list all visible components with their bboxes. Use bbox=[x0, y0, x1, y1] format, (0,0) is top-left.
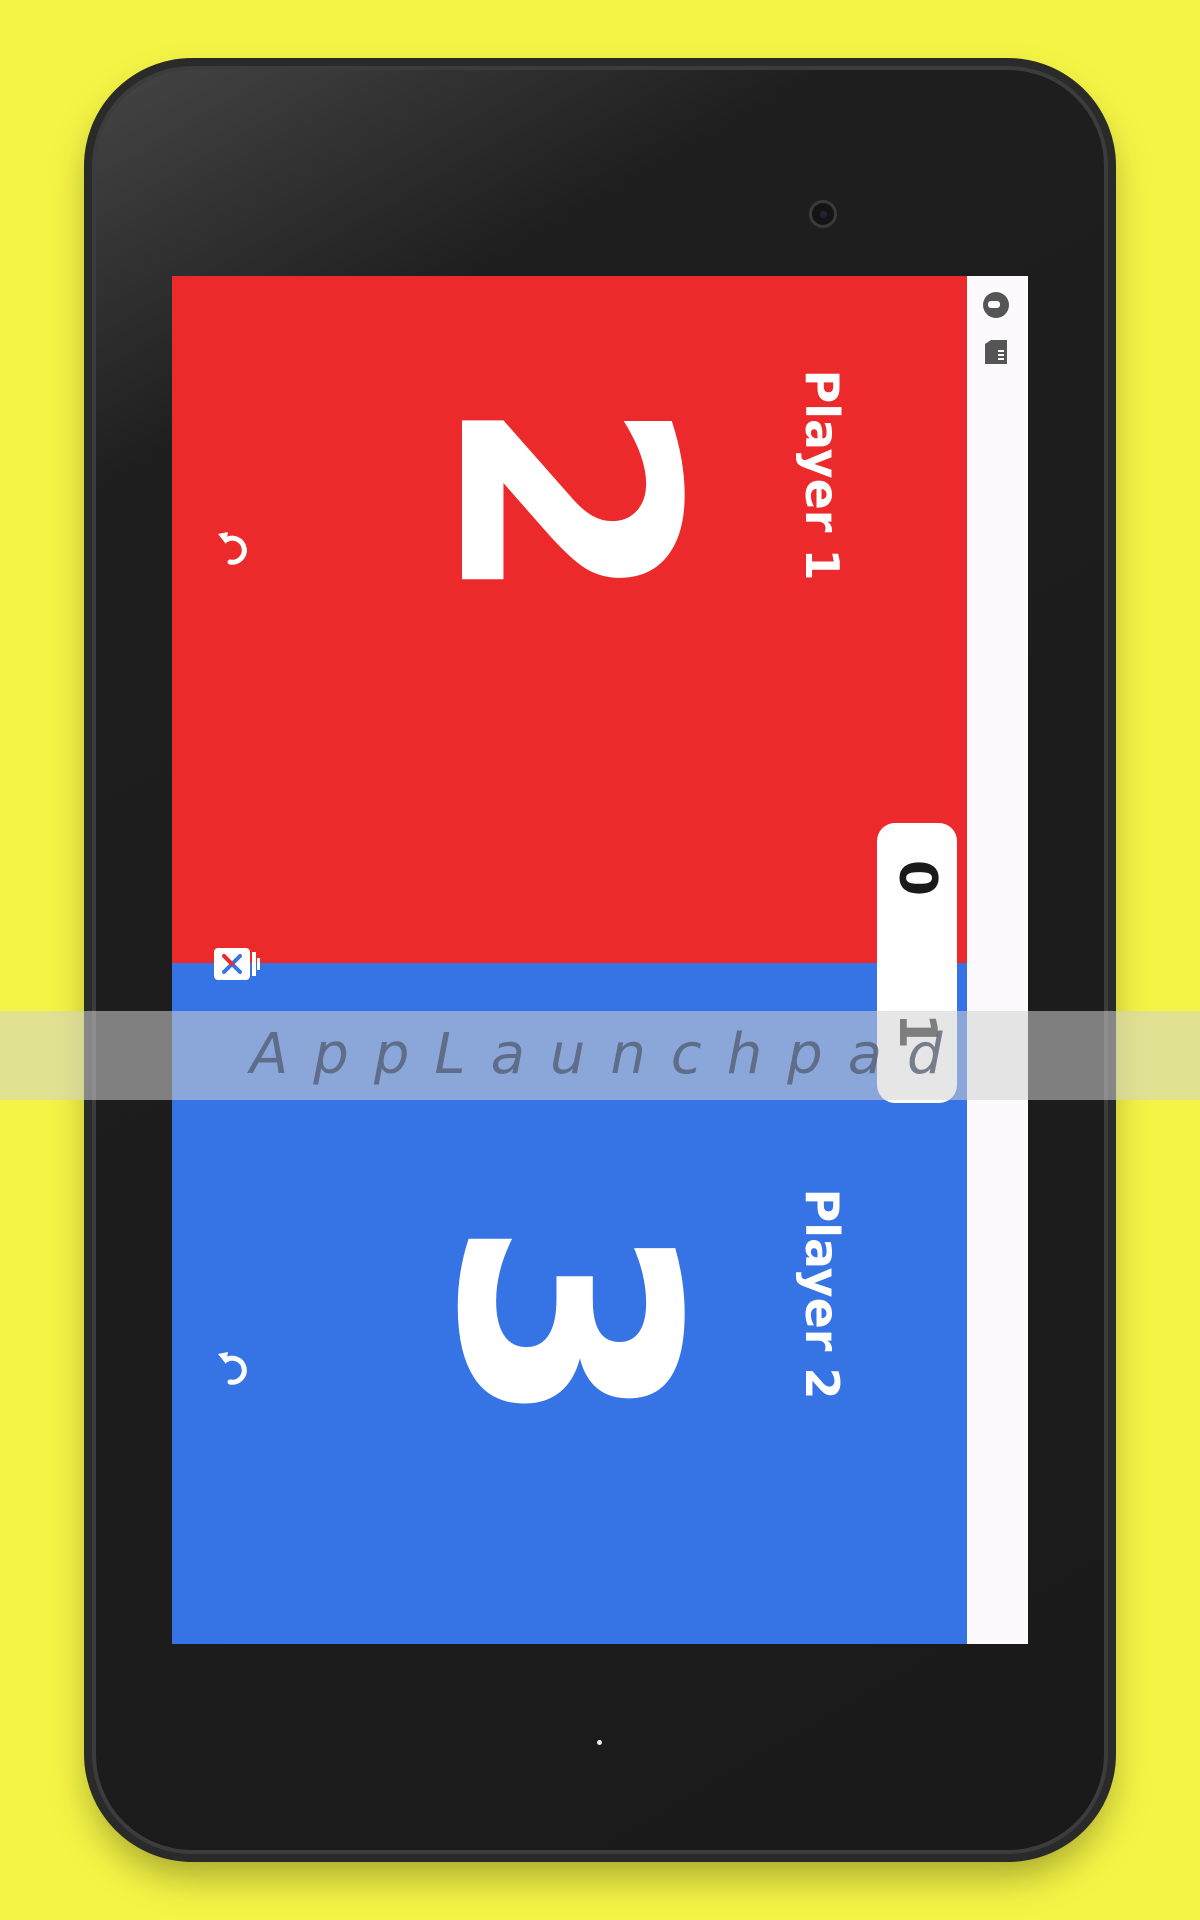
undo-arrow-icon[interactable] bbox=[212, 526, 256, 570]
status-circle-icon bbox=[983, 292, 1009, 318]
sd-card-icon bbox=[985, 340, 1007, 364]
player2-label: Player 2 bbox=[795, 1188, 849, 1400]
app-screen: 2 Player 1 3 Player 2 0 1 bbox=[172, 276, 1028, 1644]
undo-arrow-icon[interactable] bbox=[212, 1346, 256, 1390]
watermark-band: AppLaunchpad bbox=[0, 1011, 1200, 1100]
player1-score[interactable]: 2 bbox=[391, 351, 740, 651]
player1-panel[interactable]: 2 Player 1 bbox=[172, 276, 967, 963]
notification-led bbox=[597, 1740, 602, 1745]
remove-player-icon[interactable] bbox=[212, 946, 262, 982]
status-bar bbox=[967, 276, 1028, 1644]
player1-label: Player 1 bbox=[795, 369, 849, 581]
watermark-text: AppLaunchpad bbox=[250, 1022, 968, 1087]
round-counter-top[interactable]: 0 bbox=[887, 848, 947, 908]
front-camera bbox=[809, 200, 837, 228]
player2-score[interactable]: 3 bbox=[391, 1173, 740, 1473]
